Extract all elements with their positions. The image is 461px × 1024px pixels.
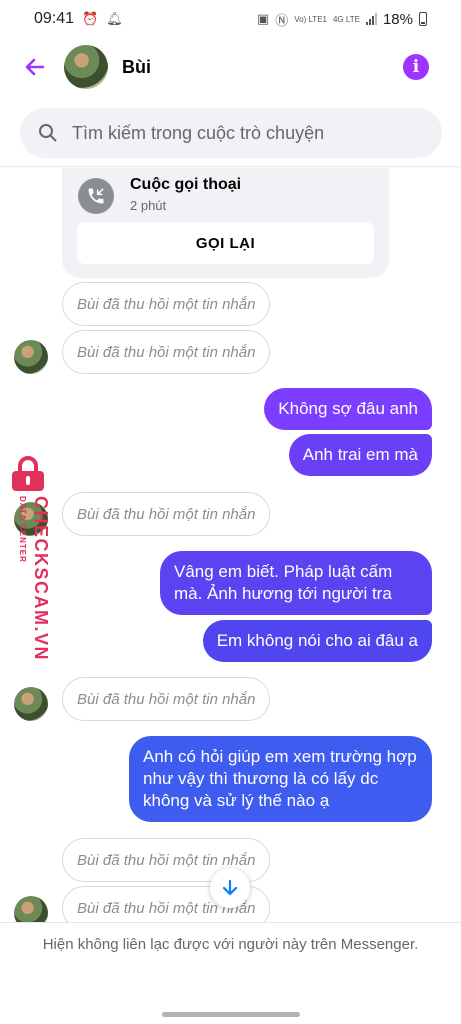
recalled-message[interactable]: Bùi đã thu hồi một tin nhắn [62, 282, 271, 326]
conversation-header: Bùi i [0, 38, 461, 96]
search-input[interactable] [72, 122, 412, 144]
contact-name[interactable]: Bùi [122, 57, 151, 78]
network-type-label: 4G LTE [332, 14, 360, 24]
outgoing-message[interactable]: Em không nói cho ai đâu a [202, 620, 432, 662]
info-button[interactable]: i [403, 54, 429, 80]
status-time: 09:41 [34, 10, 75, 27]
recalled-message[interactable]: Bùi đã thu hồi một tin nhắn [62, 330, 271, 374]
footer-divider [0, 922, 461, 923]
unavailable-notice: Hiện không liên lạc được với người này t… [42, 936, 419, 953]
lock-status-icon: ▣ [256, 11, 270, 26]
missed-call-icon [78, 178, 114, 214]
home-indicator[interactable] [162, 1012, 300, 1017]
padlock-logo-icon [12, 456, 44, 491]
nfc-icon: Ⓝ [275, 12, 289, 28]
call-duration: 2 phút [130, 198, 167, 213]
status-bar: 09:41 ⏰ 🔔︎ ▣ Ⓝ Vo) LTE1 4G LTE 18% [0, 0, 461, 38]
battery-percent: 18% [382, 10, 413, 28]
watermark-tagline: DATA CENTER [18, 496, 27, 563]
arrow-down-icon [222, 879, 238, 896]
call-title: Cuộc gọi thoại [130, 176, 242, 193]
sender-avatar[interactable] [14, 687, 48, 721]
contact-avatar[interactable] [64, 45, 108, 89]
notification-bell-icon: 🔔︎ [106, 11, 123, 26]
back-arrow-icon [25, 58, 45, 76]
voice-call-card: Cuộc gọi thoại 2 phút GỌI LẠI [62, 168, 389, 278]
back-button[interactable] [18, 50, 52, 84]
info-icon: i [412, 57, 420, 77]
status-left: 09:41 ⏰ 🔔︎ [34, 10, 123, 28]
sender-avatar[interactable] [14, 340, 48, 374]
scroll-to-bottom-button[interactable] [210, 868, 250, 908]
battery-icon [419, 12, 427, 26]
search-icon [39, 124, 57, 142]
message-list[interactable]: Cuộc gọi thoại 2 phút GỌI LẠI Bùi đã thu… [0, 168, 461, 922]
outgoing-message[interactable]: Không sợ đâu anh [264, 388, 432, 430]
recalled-message[interactable]: Bùi đã thu hồi một tin nhắn [62, 677, 271, 721]
status-right: ▣ Ⓝ Vo) LTE1 4G LTE 18% [257, 10, 427, 29]
search-bar[interactable] [20, 108, 442, 158]
outgoing-message[interactable]: Anh có hỏi giúp em xem trường hợp như vậ… [129, 736, 432, 822]
recalled-message[interactable]: Bùi đã thu hồi một tin nhắn [62, 492, 271, 536]
volte-label: Vo) LTE1 [294, 14, 327, 24]
signal-strength-icon [365, 13, 377, 25]
outgoing-message[interactable]: Anh trai em mà [288, 434, 432, 476]
watermark-brand: CHECKSCAM.VN [31, 496, 51, 662]
outgoing-message[interactable]: Vâng em biết. Pháp luật cấm mà. Ảnh hươn… [160, 551, 432, 615]
call-back-button[interactable]: GỌI LẠI [77, 222, 374, 264]
watermark: DATA CENTER CHECKSCAM.VN [4, 456, 52, 661]
sender-avatar[interactable] [14, 896, 48, 922]
alarm-icon: ⏰ [82, 11, 99, 26]
